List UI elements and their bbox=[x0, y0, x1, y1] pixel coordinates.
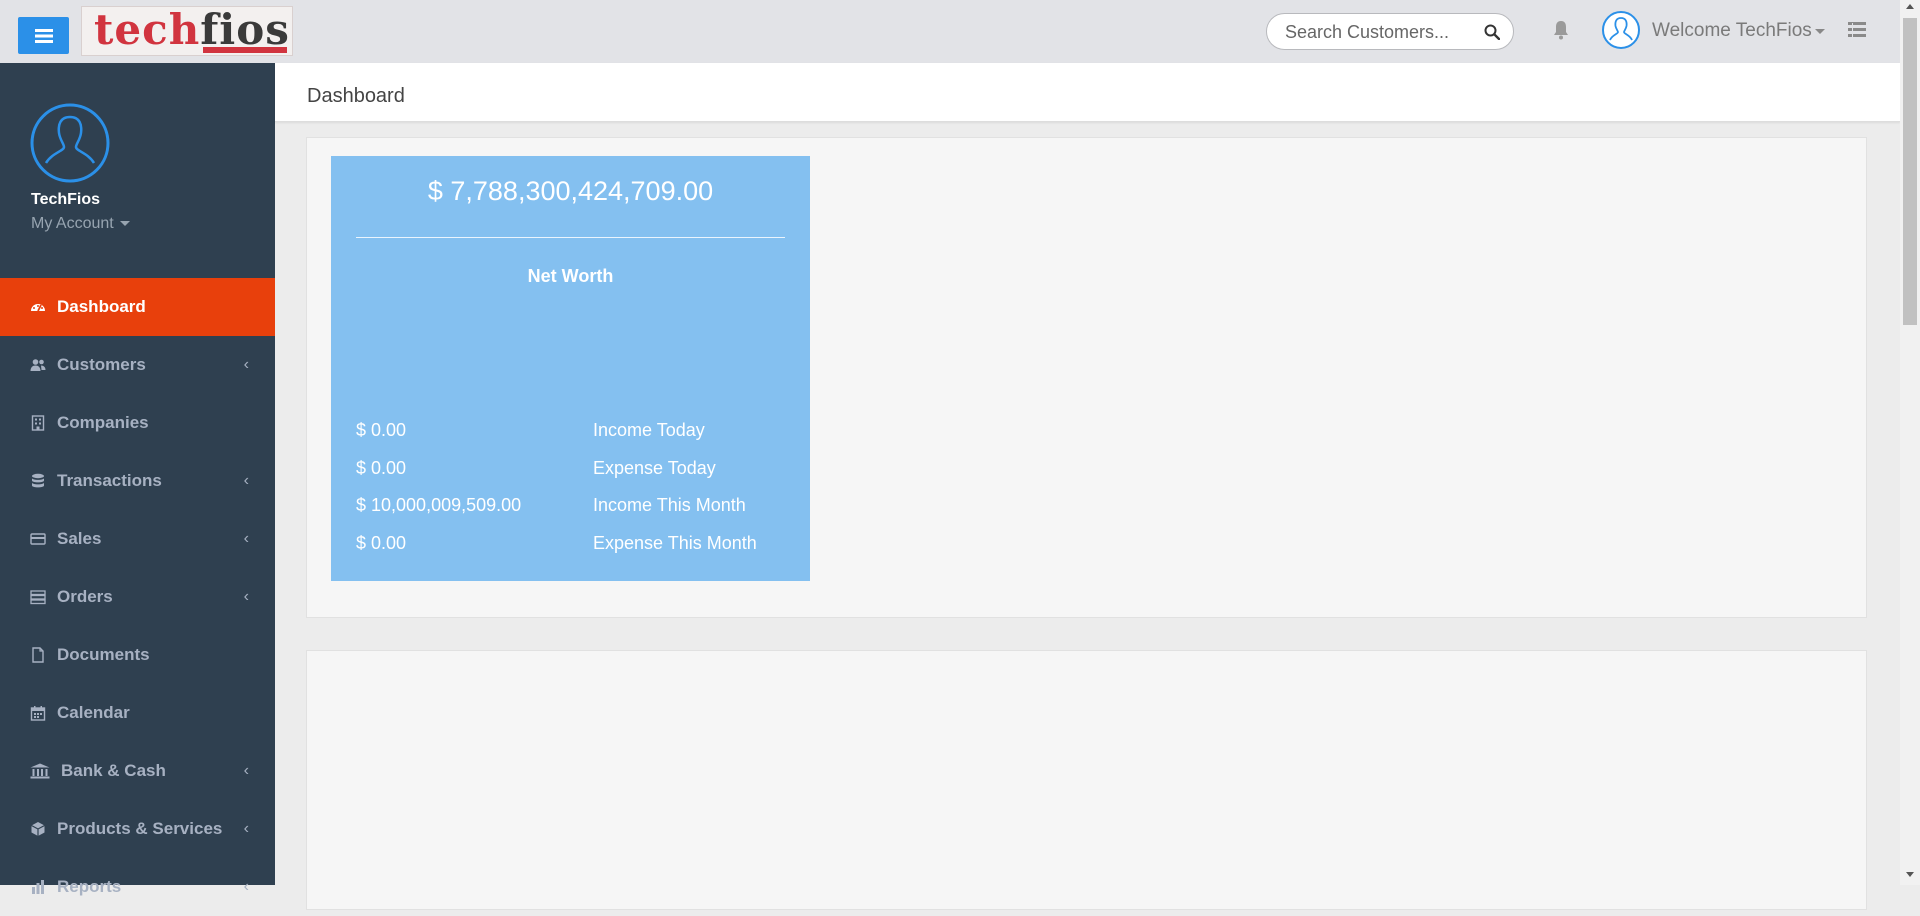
sidebar-item-transactions[interactable]: Transactions ‹ bbox=[0, 452, 275, 510]
sidebar-item-customers[interactable]: Customers ‹ bbox=[0, 336, 275, 394]
chevron-left-icon: ‹ bbox=[243, 356, 249, 373]
stat-value: $ 0.00 bbox=[356, 458, 407, 478]
chevron-left-icon: ‹ bbox=[243, 820, 249, 837]
welcome-user-menu[interactable]: Welcome TechFios bbox=[1652, 20, 1812, 42]
sidebar-item-label: Orders bbox=[57, 587, 113, 606]
sidebar-item-label: Documents bbox=[57, 645, 150, 664]
scrollbar-thumb[interactable] bbox=[1903, 18, 1917, 325]
net-worth-value: $ 7,788,300,424,709.00 bbox=[427, 176, 714, 206]
sidebar-item-label: Products & Services bbox=[57, 819, 223, 838]
search-icon[interactable] bbox=[1484, 24, 1500, 40]
sidebar-item-bank-cash[interactable]: Bank & Cash ‹ bbox=[0, 742, 275, 800]
list-menu-icon[interactable] bbox=[1848, 22, 1866, 38]
page-header: Dashboard bbox=[275, 63, 1900, 122]
scroll-up-arrow-icon[interactable] bbox=[1906, 4, 1914, 9]
caret-down-icon bbox=[119, 221, 130, 227]
my-account-dropdown[interactable]: My Account bbox=[31, 215, 130, 233]
file-icon bbox=[32, 647, 44, 663]
customer-search bbox=[1266, 13, 1514, 50]
stat-row-expense-today: $ 0.00 Expense Today bbox=[356, 458, 786, 482]
sidebar-item-products-services[interactable]: Products & Services ‹ bbox=[0, 800, 275, 858]
chevron-left-icon: ‹ bbox=[243, 530, 249, 547]
users-icon bbox=[30, 359, 46, 371]
building-icon bbox=[31, 415, 45, 431]
sidebar-item-sales[interactable]: Sales ‹ bbox=[0, 510, 275, 568]
stat-label: Income Today bbox=[593, 420, 705, 440]
stat-label: Expense Today bbox=[593, 458, 716, 478]
sidebar-item-label: Reports bbox=[57, 877, 122, 896]
database-icon bbox=[32, 473, 44, 488]
bell-icon[interactable] bbox=[1552, 20, 1570, 40]
chevron-left-icon: ‹ bbox=[243, 472, 249, 489]
bank-icon bbox=[30, 763, 50, 779]
stat-row-expense-month: $ 0.00 Expense This Month bbox=[356, 533, 786, 557]
sidebar-item-reports[interactable]: Reports ‹ bbox=[0, 858, 275, 916]
net-worth-label: Net Worth bbox=[527, 266, 614, 286]
chevron-left-icon: ‹ bbox=[243, 762, 249, 779]
user-avatar-icon[interactable] bbox=[1601, 10, 1641, 50]
bars-icon bbox=[34, 28, 53, 43]
page-scrollbar[interactable] bbox=[1900, 0, 1920, 885]
sidebar-nav: Dashboard Customers ‹ Companies Transact… bbox=[0, 278, 275, 916]
sidebar-item-label: Sales bbox=[57, 529, 102, 548]
sidebar-item-label: Customers bbox=[57, 355, 146, 374]
stat-value: $ 0.00 bbox=[356, 533, 407, 553]
divider bbox=[356, 237, 785, 238]
sidebar-item-label: Transactions bbox=[57, 471, 162, 490]
stat-value: $ 0.00 bbox=[356, 420, 407, 440]
logo-tagline-bar bbox=[203, 47, 287, 53]
stat-label: Income This Month bbox=[593, 495, 746, 515]
chevron-left-icon: ‹ bbox=[243, 878, 249, 895]
sidebar-item-label: Bank & Cash bbox=[61, 761, 166, 780]
calendar-icon bbox=[30, 706, 46, 721]
chevron-left-icon: ‹ bbox=[243, 588, 249, 605]
net-worth-card: $ 7,788,300,424,709.00 Net Worth $ 0.00 … bbox=[331, 156, 810, 581]
sidebar-item-dashboard[interactable]: Dashboard bbox=[0, 278, 275, 336]
sidebar: TechFios My Account Dashboard Customers … bbox=[0, 63, 275, 896]
search-input[interactable] bbox=[1285, 22, 1465, 43]
scroll-down-arrow-icon[interactable] bbox=[1906, 872, 1914, 877]
bar-chart-icon bbox=[32, 880, 44, 894]
stat-value: $ 10,000,009,509.00 bbox=[356, 495, 522, 515]
cube-icon bbox=[31, 822, 45, 836]
credit-card-icon bbox=[30, 533, 46, 545]
stat-row-income-month: $ 10,000,009,509.00 Income This Month bbox=[356, 495, 786, 519]
page-title: Dashboard bbox=[307, 85, 405, 107]
sidebar-toggle-button[interactable] bbox=[18, 17, 69, 54]
techfios-logo[interactable]: techfios bbox=[81, 6, 293, 56]
dashboard-icon bbox=[31, 304, 45, 312]
sidebar-item-label: Calendar bbox=[57, 703, 130, 722]
sidebar-item-documents[interactable]: Documents bbox=[0, 626, 275, 684]
sidebar-item-companies[interactable]: Companies bbox=[0, 394, 275, 452]
sidebar-item-label: Companies bbox=[57, 413, 149, 432]
sidebar-item-orders[interactable]: Orders ‹ bbox=[0, 568, 275, 626]
chevron-down-icon[interactable] bbox=[1815, 29, 1825, 34]
dashboard-panel-secondary bbox=[306, 650, 1867, 910]
top-navbar: techfios Welcome TechFios bbox=[0, 0, 1920, 64]
sidebar-item-label: Dashboard bbox=[57, 297, 146, 316]
server-icon bbox=[30, 590, 46, 605]
sidebar-user-name: TechFios bbox=[31, 191, 101, 208]
profile-avatar-icon[interactable] bbox=[30, 103, 110, 183]
stat-row-income-today: $ 0.00 Income Today bbox=[356, 420, 786, 444]
sidebar-item-calendar[interactable]: Calendar bbox=[0, 684, 275, 742]
stat-label: Expense This Month bbox=[593, 533, 757, 553]
